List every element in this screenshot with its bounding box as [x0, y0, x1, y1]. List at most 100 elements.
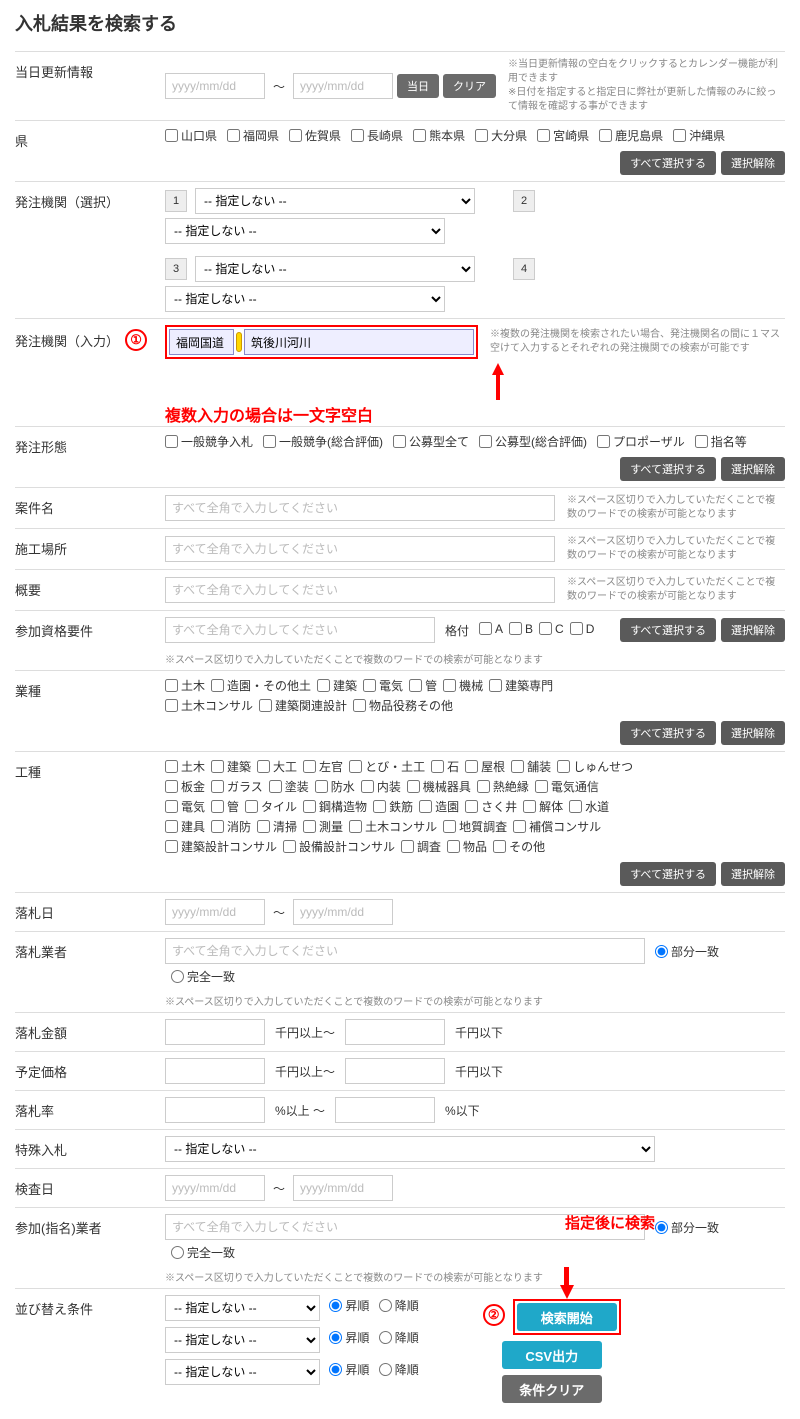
work-type-checkbox[interactable]: とび・土工 — [349, 758, 425, 775]
work-type-checkbox[interactable]: ガラス — [211, 778, 263, 795]
org-select-3[interactable]: -- 指定しない -- — [195, 256, 475, 282]
sort2-asc-radio[interactable] — [329, 1331, 342, 1344]
pref-checkbox[interactable]: 福岡県 — [227, 127, 279, 144]
sort1-asc-radio[interactable] — [329, 1299, 342, 1312]
select-all-button[interactable]: すべて選択する — [620, 862, 716, 886]
update-date-to[interactable] — [293, 73, 393, 99]
work-type-checkbox[interactable]: 管 — [211, 798, 239, 815]
work-type-checkbox[interactable]: 機械器具 — [407, 778, 471, 795]
select-all-button[interactable]: すべて選択する — [620, 457, 716, 481]
work-type-checkbox[interactable]: 建具 — [165, 818, 205, 835]
org-select-4[interactable]: -- 指定しない -- — [165, 286, 445, 312]
sort-select-1[interactable]: -- 指定しない -- — [165, 1295, 320, 1321]
industry-checkbox[interactable]: 土木 — [165, 677, 205, 694]
work-type-checkbox[interactable]: 調査 — [401, 838, 441, 855]
pref-checkbox[interactable]: 鹿児島県 — [599, 127, 663, 144]
pref-checkbox[interactable]: 佐賀県 — [289, 127, 341, 144]
case-name-input[interactable] — [165, 495, 555, 521]
work-type-checkbox[interactable]: 板金 — [165, 778, 205, 795]
sort2-desc-radio[interactable] — [379, 1331, 392, 1344]
industry-checkbox[interactable]: 管 — [409, 677, 437, 694]
rank-checkbox[interactable]: C — [539, 622, 564, 636]
work-type-checkbox[interactable]: 清掃 — [257, 818, 297, 835]
work-type-checkbox[interactable]: タイル — [245, 798, 297, 815]
awardee-input[interactable] — [165, 938, 645, 964]
pref-checkbox[interactable]: 宮崎県 — [537, 127, 589, 144]
csv-button[interactable]: CSV出力 — [502, 1341, 602, 1369]
award-date-to[interactable] — [293, 899, 393, 925]
sort-select-2[interactable]: -- 指定しない -- — [165, 1327, 320, 1353]
work-type-checkbox[interactable]: 物品 — [447, 838, 487, 855]
sort3-desc-radio[interactable] — [379, 1363, 392, 1376]
awardee-partial-radio[interactable] — [655, 945, 668, 958]
award-rate-from[interactable] — [165, 1097, 265, 1123]
sort-select-3[interactable]: -- 指定しない -- — [165, 1359, 320, 1385]
inspect-date-to[interactable] — [293, 1175, 393, 1201]
work-type-checkbox[interactable]: 建築設計コンサル — [165, 838, 277, 855]
pref-checkbox[interactable]: 沖縄県 — [673, 127, 725, 144]
work-type-checkbox[interactable]: その他 — [493, 838, 545, 855]
work-type-checkbox[interactable]: 左官 — [303, 758, 343, 775]
work-type-checkbox[interactable]: 舗装 — [511, 758, 551, 775]
search-button[interactable]: 検索開始 — [517, 1303, 617, 1331]
work-type-checkbox[interactable]: しゅんせつ — [557, 758, 633, 775]
today-button[interactable]: 当日 — [397, 74, 439, 98]
work-type-checkbox[interactable]: 石 — [431, 758, 459, 775]
work-type-checkbox[interactable]: 測量 — [303, 818, 343, 835]
org-input-2[interactable] — [244, 329, 474, 355]
select-all-button[interactable]: すべて選択する — [620, 618, 716, 642]
pref-checkbox[interactable]: 長崎県 — [351, 127, 403, 144]
order-type-checkbox[interactable]: 公募型全て — [393, 433, 469, 450]
inspect-date-from[interactable] — [165, 1175, 265, 1201]
org-input-1[interactable] — [169, 329, 234, 355]
pref-checkbox[interactable]: 山口県 — [165, 127, 217, 144]
industry-checkbox[interactable]: 建築 — [317, 677, 357, 694]
work-type-checkbox[interactable]: 大工 — [257, 758, 297, 775]
industry-checkbox[interactable]: 電気 — [363, 677, 403, 694]
work-type-checkbox[interactable]: 鉄筋 — [373, 798, 413, 815]
work-type-checkbox[interactable]: 設備設計コンサル — [283, 838, 395, 855]
work-type-checkbox[interactable]: 消防 — [211, 818, 251, 835]
order-type-checkbox[interactable]: 一般競争(総合評価) — [263, 433, 383, 450]
industry-checkbox[interactable]: 造園・その他土 — [211, 677, 311, 694]
pref-checkbox[interactable]: 大分県 — [475, 127, 527, 144]
order-type-checkbox[interactable]: プロポーザル — [597, 433, 685, 450]
deselect-button[interactable]: 選択解除 — [721, 721, 785, 745]
summary-input[interactable] — [165, 577, 555, 603]
industry-checkbox[interactable]: 建築関連設計 — [259, 697, 347, 714]
deselect-button[interactable]: 選択解除 — [721, 151, 785, 175]
work-type-checkbox[interactable]: 屋根 — [465, 758, 505, 775]
award-rate-to[interactable] — [335, 1097, 435, 1123]
place-input[interactable] — [165, 536, 555, 562]
sort3-asc-radio[interactable] — [329, 1363, 342, 1376]
qual-input[interactable] — [165, 617, 435, 643]
award-date-from[interactable] — [165, 899, 265, 925]
order-type-checkbox[interactable]: 公募型(総合評価) — [479, 433, 587, 450]
rank-checkbox[interactable]: D — [570, 622, 595, 636]
clear-all-button[interactable]: 条件クリア — [502, 1375, 602, 1403]
work-type-checkbox[interactable]: さく井 — [465, 798, 517, 815]
rank-checkbox[interactable]: B — [509, 622, 533, 636]
work-type-checkbox[interactable]: 土木 — [165, 758, 205, 775]
work-type-checkbox[interactable]: 電気通信 — [535, 778, 599, 795]
work-type-checkbox[interactable]: 内装 — [361, 778, 401, 795]
special-select[interactable]: -- 指定しない -- — [165, 1136, 655, 1162]
clear-button[interactable]: クリア — [443, 74, 496, 98]
industry-checkbox[interactable]: 土木コンサル — [165, 697, 253, 714]
work-type-checkbox[interactable]: 水道 — [569, 798, 609, 815]
deselect-button[interactable]: 選択解除 — [721, 862, 785, 886]
work-type-checkbox[interactable]: 造園 — [419, 798, 459, 815]
work-type-checkbox[interactable]: 建築 — [211, 758, 251, 775]
work-type-checkbox[interactable]: 塗装 — [269, 778, 309, 795]
work-type-checkbox[interactable]: 地質調査 — [443, 818, 507, 835]
order-type-checkbox[interactable]: 一般競争入札 — [165, 433, 253, 450]
work-type-checkbox[interactable]: 補償コンサル — [513, 818, 601, 835]
award-amt-to[interactable] — [345, 1019, 445, 1045]
work-type-checkbox[interactable]: 鋼構造物 — [303, 798, 367, 815]
work-type-checkbox[interactable]: 解体 — [523, 798, 563, 815]
industry-checkbox[interactable]: 物品役務その他 — [353, 697, 453, 714]
select-all-button[interactable]: すべて選択する — [620, 721, 716, 745]
rank-checkbox[interactable]: A — [479, 622, 503, 636]
order-type-checkbox[interactable]: 指名等 — [695, 433, 747, 450]
work-type-checkbox[interactable]: 防水 — [315, 778, 355, 795]
